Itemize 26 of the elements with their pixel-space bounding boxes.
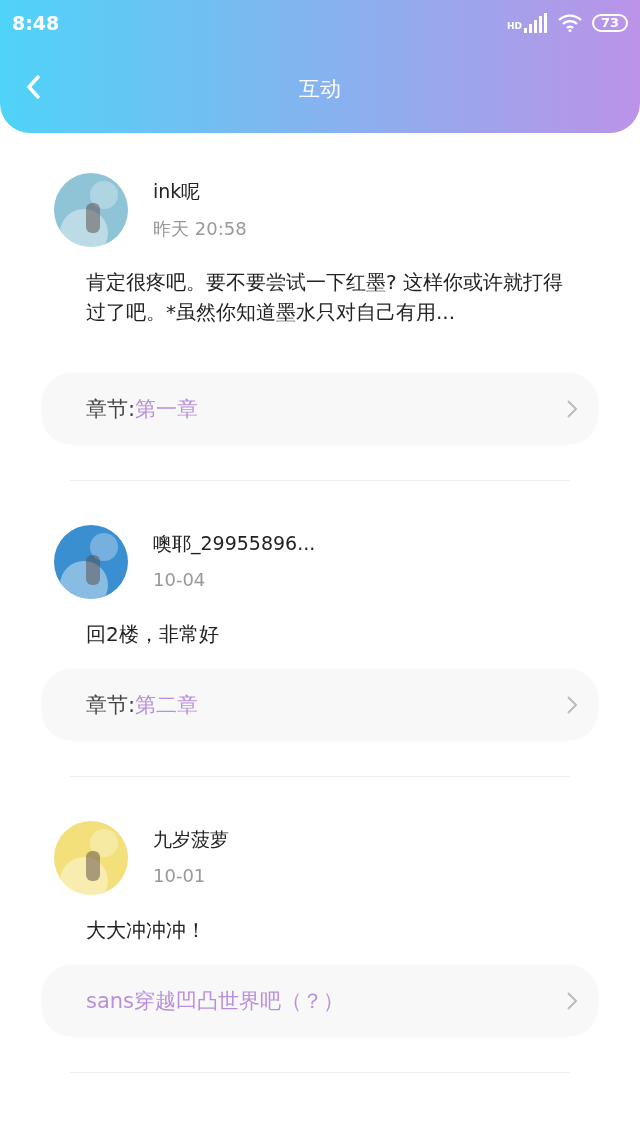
signal-icon <box>523 12 548 33</box>
comment-time: 10-01 <box>153 865 207 886</box>
user-name[interactable]: 噢耶_29955896... <box>153 531 316 557</box>
chapter-label: 章节: <box>86 396 136 423</box>
link-card[interactable]: 章节:第二章 <box>42 669 598 741</box>
comment-time: 10-04 <box>153 569 207 590</box>
wifi-icon <box>557 13 582 32</box>
status-time: 8:48 <box>12 11 61 34</box>
chevron-right-icon <box>566 991 578 1011</box>
chevron-right-icon <box>566 399 578 419</box>
comment-time: 昨天 20:58 <box>153 217 247 241</box>
user-name[interactable]: 九岁菠萝 <box>153 827 229 853</box>
comment-text: 肯定很疼吧。要不要尝试一下红墨? 这样你或许就打得过了吧。*虽然你知道墨水只对自己有用... <box>86 269 564 326</box>
link-card[interactable]: 章节:第一章 <box>42 373 598 445</box>
page-title: 互动 <box>298 76 342 103</box>
back-icon[interactable] <box>24 73 42 101</box>
user-name[interactable]: ink呢 <box>153 179 247 205</box>
chapter-label: 章节: <box>86 692 136 719</box>
book-title: sans穿越凹凸世界吧（？） <box>86 988 345 1015</box>
battery-icon: 73 <box>591 13 628 32</box>
comment-text: 回2楼，非常好 <box>86 621 220 648</box>
chevron-right-icon <box>566 695 578 715</box>
comment-text: 大大冲冲冲！ <box>86 917 207 944</box>
network-type: HD <box>506 20 522 31</box>
chapter-name: 第一章 <box>135 396 199 423</box>
chapter-name: 第二章 <box>135 692 199 719</box>
